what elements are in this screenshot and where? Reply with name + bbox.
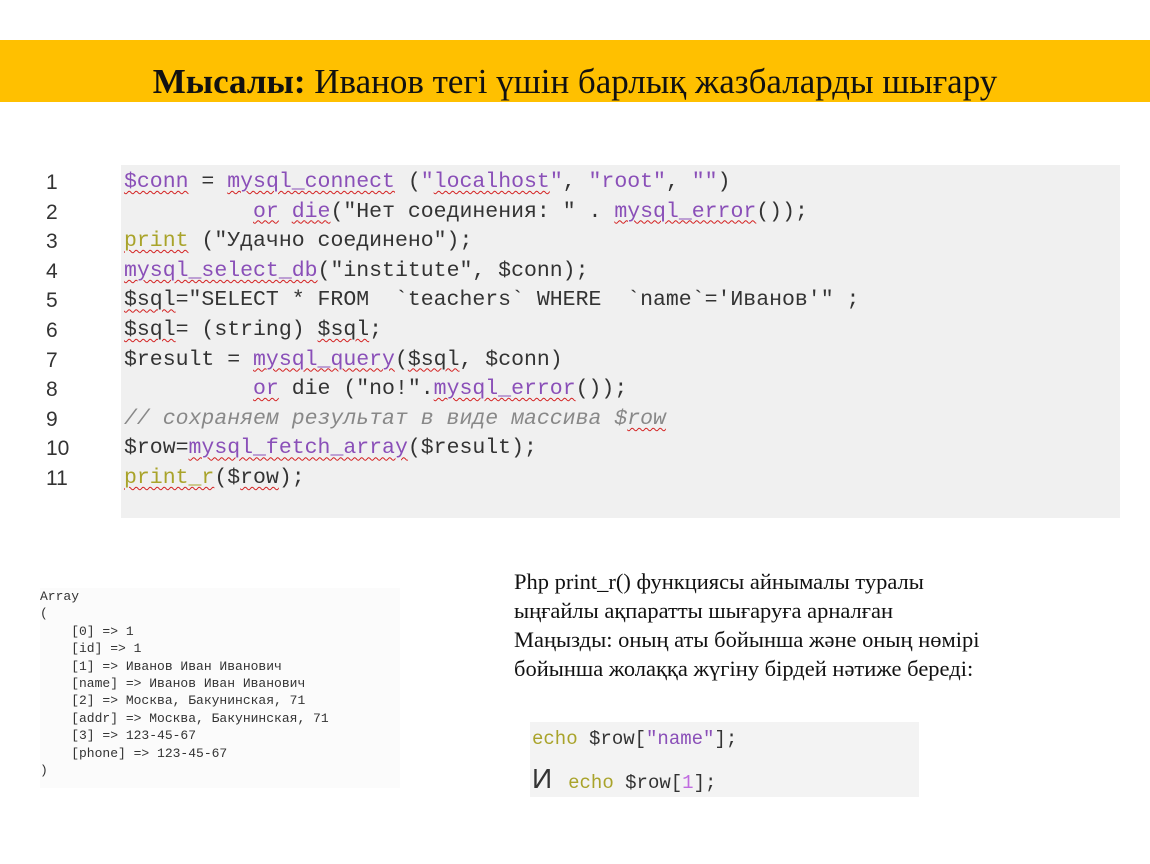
echo-line-1: echo $row["name"]; — [532, 728, 738, 750]
line-number: 8 — [46, 378, 58, 402]
code-line-10: $row=mysql_fetch_array($result); — [124, 436, 537, 461]
output-line: [0] => 1 — [40, 623, 134, 639]
line-number: 1 — [46, 171, 58, 194]
code-line-2: or die("Нет соединения: " . mysql_error(… — [253, 199, 808, 224]
description-line: Маңызды: оның аты бойынша және оның нөмі… — [514, 627, 980, 652]
code-line-8: or die ("no!".mysql_error()); — [253, 377, 628, 402]
output-line: [phone] => 123-45-67 — [40, 745, 228, 761]
line-numbers: 1 2 3 4 5 6 7 8 9 10 11 — [46, 168, 106, 494]
echo-conj: И — [532, 763, 553, 794]
description-line: бойынша жолаққа жүгіну бірдей нәтиже бер… — [514, 656, 974, 681]
code-line-9: // сохраняем результат в виде массива $r… — [124, 406, 666, 431]
code-line-7: $result = mysql_query($sql, $conn) — [124, 347, 563, 372]
line-number: 7 — [46, 348, 58, 372]
code-line-1: $conn = mysql_connect ("localhost", "roo… — [124, 170, 731, 194]
line-number: 5 — [46, 289, 58, 313]
print-r-output: Array ( [0] => 1 [id] => 1 [1] => Иванов… — [40, 588, 400, 788]
output-line: ( — [40, 606, 48, 622]
output-line: [id] => 1 — [40, 641, 142, 657]
line-number: 3 — [46, 230, 58, 254]
line-number: 10 — [46, 437, 70, 461]
code-line-6: $sql= (string) $sql; — [124, 317, 383, 342]
description-line: Php print_r() функциясы айнымалы туралы — [514, 569, 924, 594]
code-line-5: $sql="SELECT * FROM `teachers` WHERE `na… — [124, 288, 860, 313]
code-line-3: print ("Удачно соединено"); — [124, 229, 473, 254]
title-bold: Мысалы: — [152, 62, 306, 101]
description-line: ыңғайлы ақпаратты шығаруға арналған — [514, 598, 894, 623]
output-line: [addr] => Москва, Бакунинская, 71 — [40, 710, 329, 726]
output-line: [3] => 123-45-67 — [40, 728, 197, 744]
code-block: $conn = mysql_connect ("localhost", "roo… — [124, 168, 1114, 494]
code-line-4: mysql_select_db("institute", $conn); — [124, 258, 589, 283]
output-line: [1] => Иванов Иван Иванович — [40, 658, 282, 674]
echo-line-2: Иecho $row[1]; — [532, 763, 717, 794]
slide-title: Мысалы: Иванов тегі үшін барлық жазбалар… — [0, 62, 1150, 102]
description: Php print_r() функциясы айнымалы туралы … — [514, 567, 1074, 683]
output-line: Array — [40, 589, 80, 604]
code-line-11: print_r($row); — [124, 465, 305, 490]
line-number: 6 — [46, 318, 58, 342]
line-number: 4 — [46, 259, 58, 283]
output-line: ) — [40, 762, 48, 778]
output-line: [2] => Москва, Бакунинская, 71 — [40, 693, 306, 709]
title-text: Иванов тегі үшін барлық жазбаларды шығар… — [305, 62, 998, 101]
line-number: 11 — [46, 466, 68, 490]
line-number: 2 — [46, 200, 58, 224]
output-line: [name] => Иванов Иван Иванович — [40, 675, 306, 691]
line-number: 9 — [46, 407, 58, 431]
